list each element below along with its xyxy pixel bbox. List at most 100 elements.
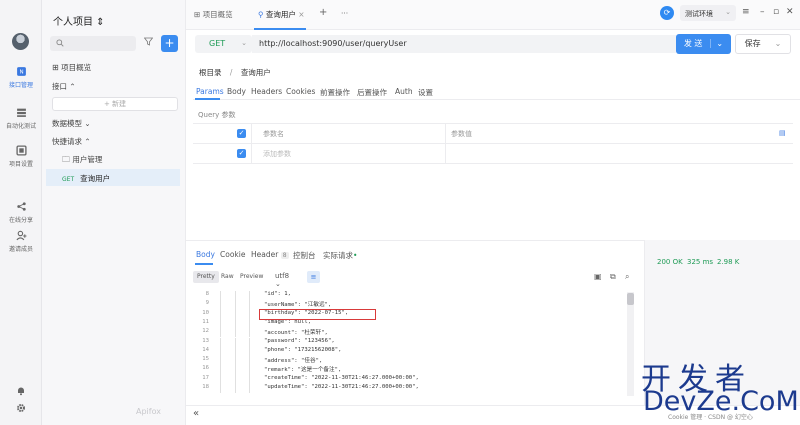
breadcrumb-current: 查询用户 — [240, 68, 271, 77]
tab-auth[interactable]: Auth — [395, 87, 413, 96]
sidebar-search-input[interactable] — [50, 36, 136, 51]
search-response-icon[interactable]: ⌕ — [625, 272, 629, 282]
save-button[interactable]: 保存 ⌄ — [735, 34, 791, 54]
tab-body[interactable]: Body — [227, 87, 246, 96]
chevron-down-icon[interactable]: ⌄ — [710, 39, 724, 48]
send-button[interactable]: 发 送 ⌄ — [676, 34, 731, 54]
tab-headers[interactable]: Headers — [251, 87, 282, 96]
invite-icon — [15, 230, 26, 241]
response-code-viewer[interactable]: 8 "id": 1, 9 "userName": "江敏远", 10 "birthda… — [193, 291, 627, 395]
scrollbar[interactable] — [627, 292, 634, 396]
sidebar-section-api[interactable]: 接口 ⌃ — [52, 81, 76, 92]
row-checkbox[interactable]: ✓ — [237, 149, 246, 158]
format-pretty-button[interactable]: Pretty — [193, 271, 219, 283]
tab-settings[interactable]: 设置 — [418, 87, 433, 98]
chevron-down-icon: ⌄ — [241, 39, 247, 47]
sidebar-item-overview[interactable]: ⊞ 项目概览 — [52, 62, 91, 73]
tab-overview[interactable]: ⊞ 项目概览 — [194, 9, 233, 20]
left-rail: N 接口管理 自动化测试 项目设置 在线分享 邀请成员 — [0, 0, 42, 425]
breadcrumb-root[interactable]: 根目录 — [199, 68, 222, 77]
response-tab-actual-request[interactable]: 实际请求• — [323, 250, 357, 261]
bulk-edit-icon[interactable]: ▤ — [779, 129, 786, 137]
search-icon — [56, 39, 64, 47]
grid-icon: ⊞ — [52, 63, 59, 72]
close-icon[interactable]: × — [296, 10, 304, 19]
rail-item-settings[interactable]: 项目设置 — [0, 145, 42, 168]
tab-cookies[interactable]: Cookies — [286, 87, 315, 96]
chevron-down-icon: ⌄ — [725, 8, 731, 16]
share-icon — [16, 202, 26, 211]
rail-item-share[interactable]: 在线分享 — [0, 201, 42, 224]
sidebar-section-quick[interactable]: 快捷请求 ⌃ — [52, 136, 91, 147]
close-window-icon[interactable]: ✕ — [786, 7, 794, 17]
menu-icon[interactable]: ≡ — [742, 7, 750, 17]
column-header-name: 参数名 — [263, 130, 284, 138]
add-param-input[interactable]: 添加参数 — [263, 149, 291, 159]
minimize-icon[interactable]: – — [760, 7, 765, 17]
credit-text: Cookie 管理 · CSDN @ 幻空心 — [668, 414, 753, 421]
status-code: 200 OK — [657, 258, 683, 266]
response-tab-header[interactable]: Header 8 — [251, 250, 289, 259]
copy-icon[interactable]: ⧉ — [610, 272, 616, 282]
save-response-icon[interactable]: ▣ — [594, 272, 602, 281]
new-tab-button[interactable]: + — [319, 7, 327, 18]
gear-icon[interactable] — [0, 403, 42, 416]
method-badge: GET — [62, 176, 75, 183]
rail-item-label: 邀请成员 — [8, 246, 33, 253]
sidebar-section-models[interactable]: 数据模型 ⌄ — [52, 118, 91, 129]
method-select[interactable]: GET ⌄ — [195, 35, 252, 53]
code-line: 16 "remark": "这是一个备注", — [202, 365, 342, 375]
rail-item-test[interactable]: 自动化测试 — [0, 107, 42, 130]
svg-text:N: N — [19, 70, 23, 76]
url-input[interactable]: http://localhost:9090/user/queryUser — [252, 35, 676, 53]
scrollbar-thumb[interactable] — [627, 293, 634, 305]
environment-select[interactable]: 测试环境 ⌄ — [680, 5, 736, 21]
sidebar-folder-users[interactable]: 🗀 用户管理 — [62, 154, 102, 168]
sidebar-item-label: 项目概览 — [61, 63, 92, 72]
tab-pre-actions[interactable]: 前置操作 — [320, 87, 350, 98]
table-row: ✓ 添加参数 — [193, 144, 793, 164]
response-tab-body[interactable]: Body — [196, 250, 215, 259]
grid-icon: ⊞ — [194, 10, 203, 19]
folder-label: 用户管理 — [72, 155, 103, 164]
filter-button[interactable] — [141, 36, 156, 51]
format-raw-button[interactable]: Raw — [217, 271, 238, 283]
query-params-table: ✓ 参数名 参数值 ▤ ✓ 添加参数 — [193, 123, 793, 164]
wrap-lines-icon[interactable]: ≡ — [307, 271, 320, 283]
project-title[interactable]: 个人项目 ⇕ — [53, 13, 105, 28]
column-header-value: 参数值 — [451, 130, 472, 138]
more-tabs-button[interactable]: ··· — [341, 9, 348, 18]
breadcrumb: 根目录 / 查询用户 — [199, 67, 271, 78]
response-tab-console[interactable]: 控制台 — [293, 250, 316, 261]
breadcrumb-separator: / — [229, 68, 233, 77]
tab-query-user[interactable]: ⚲ 查询用户 × — [258, 9, 305, 20]
new-api-button[interactable]: + 新建 — [52, 97, 178, 111]
table-header-row: ✓ 参数名 参数值 ▤ — [193, 124, 793, 144]
encoding-select[interactable]: utf8 ⌄ — [271, 270, 293, 288]
rail-item-label: 接口管理 — [8, 82, 33, 89]
test-icon — [16, 108, 26, 117]
sidebar-item-query-user[interactable]: GET 查询用户 — [46, 169, 180, 186]
code-line: 11 "image": null, — [193, 318, 627, 329]
maximize-icon[interactable]: ▫ — [773, 7, 779, 17]
avatar[interactable] — [12, 33, 29, 50]
collapse-sidebar-button[interactable]: « — [193, 408, 199, 419]
api-tab-icon: ⚲ — [258, 10, 266, 19]
chevron-down-icon[interactable]: ⌄ — [775, 39, 782, 48]
rail-item-api[interactable]: N 接口管理 — [0, 66, 42, 89]
tab-post-actions[interactable]: 后置操作 — [357, 87, 387, 98]
folder-icon: 🗀 — [62, 155, 70, 164]
rail-item-invite[interactable]: 邀请成员 — [0, 230, 42, 253]
code-line: 15 "address": "佳谷", — [202, 356, 323, 366]
environment-icon[interactable]: ⟳ — [660, 6, 674, 20]
api-icon: N — [16, 67, 26, 76]
code-line: 13 "password": "123456", — [193, 337, 627, 347]
select-all-checkbox[interactable]: ✓ — [237, 129, 246, 138]
code-line: 18 "updateTime": "2022-11-30T21:46:27.000… — [193, 384, 627, 394]
request-tabs — [193, 82, 800, 100]
format-preview-button[interactable]: Preview — [236, 271, 267, 283]
notification-icon[interactable] — [0, 386, 42, 399]
tab-params[interactable]: Params — [196, 87, 224, 96]
add-button[interactable]: + — [161, 35, 178, 52]
response-tab-cookie[interactable]: Cookie — [220, 250, 245, 259]
